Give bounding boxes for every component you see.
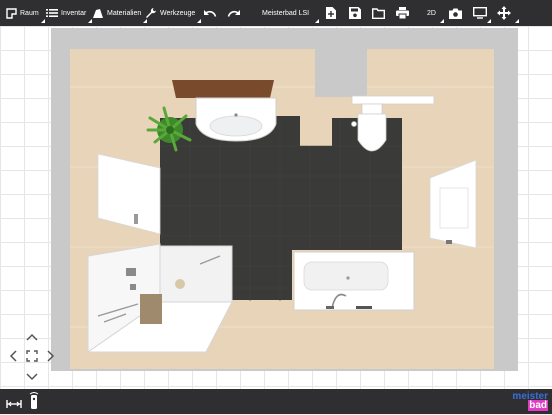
redo-icon [227, 10, 240, 17]
bottom-toolbar [0, 389, 552, 414]
wall-notch [315, 49, 367, 97]
towel-hook [134, 214, 138, 224]
bathtub-drain [346, 276, 350, 280]
pan-right-button[interactable] [44, 350, 58, 364]
measure-icon [6, 400, 22, 408]
materials-menu-label: Materialien [107, 9, 142, 17]
pan-left-button[interactable] [6, 350, 20, 364]
shower-tray[interactable] [159, 245, 233, 303]
measure-button[interactable] [6, 396, 22, 414]
add-file-icon [326, 7, 336, 19]
print-icon [396, 7, 409, 19]
brand-logo-line2: bad [528, 400, 548, 411]
view-mode-button[interactable]: 2D [427, 0, 444, 26]
chevron-right-icon [47, 350, 55, 362]
shower-bench[interactable] [140, 294, 162, 324]
toilet-bowl[interactable] [357, 113, 387, 152]
undo-button[interactable] [203, 0, 217, 26]
folder-icon [372, 7, 385, 19]
top-toolbar: Raum Inventar Materialien Werkzeuge Meis… [0, 0, 552, 26]
bathtub-basin [303, 261, 389, 291]
fit-screen-icon [26, 350, 38, 362]
screenshot-button[interactable] [449, 0, 462, 26]
new-file-button[interactable] [326, 0, 336, 26]
redo-button[interactable] [227, 0, 241, 26]
dropdown-caret-icon [197, 19, 202, 23]
toilet-cistern-shelf[interactable] [351, 95, 435, 105]
room-icon [6, 7, 17, 19]
dropdown-caret-icon [487, 19, 491, 23]
shower-drain [175, 279, 185, 289]
move-icon [497, 6, 511, 20]
toilet-paper [351, 121, 357, 127]
undo-icon [204, 10, 217, 17]
paint-icon [93, 8, 103, 18]
remote-button[interactable] [29, 392, 39, 415]
save-icon [349, 7, 361, 19]
chevron-down-icon [26, 373, 38, 381]
floor-plan-drawing[interactable] [0, 26, 552, 389]
basin-bowl [209, 115, 263, 137]
wrench-icon [146, 8, 156, 18]
tools-menu-button[interactable]: Werkzeuge [145, 0, 202, 26]
project-title-label: Meisterbad LSI [262, 9, 310, 17]
materials-menu-button[interactable]: Materialien [92, 0, 148, 26]
remote-icon [29, 392, 39, 409]
shower-valve [130, 284, 136, 290]
chevron-up-icon [26, 333, 38, 341]
list-icon [46, 9, 58, 17]
room-menu-label: Raum [20, 9, 39, 17]
brand-logo-line2-wrap: bad [512, 400, 548, 411]
radiator-valve [446, 240, 452, 244]
floor-plan-canvas[interactable] [0, 26, 552, 389]
brand-logo: meister bad [512, 392, 548, 411]
chevron-left-icon [9, 350, 17, 362]
dropdown-caret-icon [439, 19, 444, 23]
open-folder-button[interactable] [372, 0, 385, 26]
dropdown-caret-icon [515, 19, 519, 23]
camera-icon [449, 8, 462, 19]
shower-thermostat [126, 268, 136, 276]
inventory-menu-label: Inventar [61, 9, 87, 17]
room-menu-button[interactable]: Raum [6, 0, 45, 26]
inventory-menu-button[interactable]: Inventar [46, 0, 93, 26]
move-button[interactable] [497, 0, 519, 26]
tools-menu-label: Werkzeuge [160, 9, 196, 17]
dropdown-caret-icon [315, 19, 320, 23]
pan-up-button[interactable] [25, 331, 39, 343]
dropdown-caret-icon [40, 19, 45, 23]
project-title[interactable]: Meisterbad LSI [262, 0, 320, 26]
display-button[interactable] [473, 0, 491, 26]
save-button[interactable] [349, 0, 361, 26]
pan-down-button[interactable] [25, 371, 39, 383]
print-button[interactable] [396, 0, 409, 26]
tap [234, 113, 238, 117]
vanity-counter[interactable] [172, 80, 274, 98]
fit-to-screen-button[interactable] [25, 350, 39, 364]
view-mode-label: 2D [427, 9, 436, 17]
toilet-tank [361, 103, 383, 115]
monitor-icon [473, 7, 487, 19]
